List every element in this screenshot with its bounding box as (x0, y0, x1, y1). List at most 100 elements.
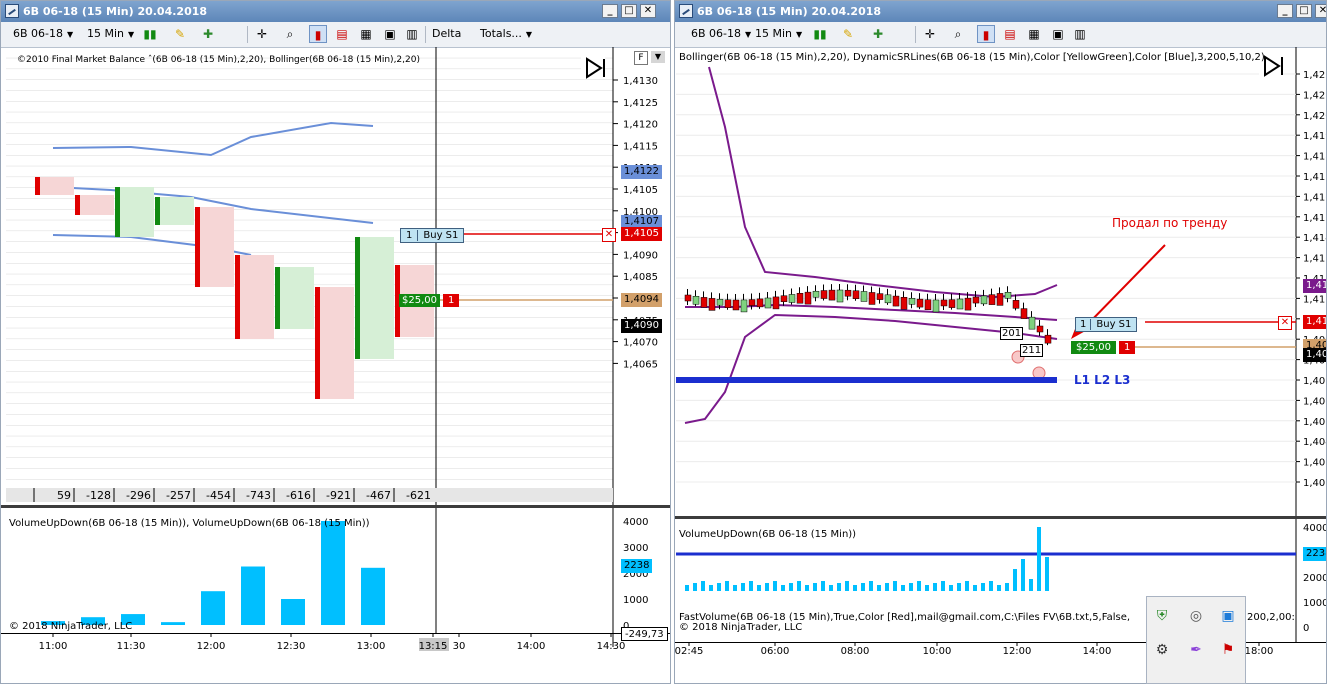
zoom-icon[interactable]: ⌕ (949, 25, 967, 43)
maximize-button[interactable]: □ (1296, 4, 1312, 18)
volume-bar (853, 585, 857, 591)
snapshot-icon[interactable]: ▣ (1049, 25, 1067, 43)
volume-bar (933, 583, 937, 591)
footprint-body (195, 207, 200, 287)
upper-band-flag: 1,4122 (621, 165, 662, 179)
position-flag[interactable]: $25,00 1 (1071, 341, 1136, 354)
left-extra-flag: -249,73 (621, 627, 668, 641)
order-label: Buy S1 (1096, 319, 1132, 330)
price-tick-label: 1,413 (1303, 254, 1326, 265)
time-tick-label: 14:00 (1083, 646, 1112, 657)
crosshair-icon[interactable]: ✛ (253, 25, 271, 43)
candle-body (844, 289, 852, 297)
volume-bar (701, 581, 705, 591)
chart-trader-icon[interactable]: ▮ (977, 25, 995, 43)
candle-body (756, 298, 764, 308)
flag-error-icon[interactable]: ⚑ (1219, 641, 1237, 659)
pencil-draw-icon[interactable]: ✎ (839, 25, 857, 43)
bollinger-line (708, 66, 1058, 299)
right-copyright: © 2018 NinjaTrader, LLC (679, 622, 803, 633)
close-button[interactable]: ✕ (640, 4, 656, 18)
right-title-bar[interactable]: 6B 06-18 (15 Min) 20.04.2018 _ □ ✕ (675, 1, 1326, 22)
cancel-order-icon[interactable]: ✕ (1278, 316, 1292, 330)
instrument-selector[interactable]: 6B 06-18 ▼ (691, 27, 751, 40)
chart-trader-icon[interactable]: ▮ (309, 25, 327, 43)
volume-tick-label: 3000 (623, 543, 648, 554)
volume-tick-label: 4000 (1303, 523, 1326, 534)
time-tick-label: 08:00 (841, 646, 870, 657)
delta-menu[interactable]: Delta (432, 27, 461, 40)
footprint-body (315, 287, 320, 399)
cancel-order-icon[interactable]: ✕ (602, 228, 616, 242)
candle-body (964, 297, 972, 311)
position-flag[interactable]: $25,00 1 (399, 294, 460, 307)
properties-icon[interactable]: ▤ (333, 25, 351, 43)
order-flag[interactable]: 1 Buy S1 (1075, 317, 1138, 332)
volume-bar (965, 581, 969, 591)
price-tick-label: 1,4085 (623, 272, 658, 283)
header-f-button[interactable]: F (634, 51, 648, 65)
price-tick-label: 1,407 (1303, 376, 1326, 387)
bollinger-bands (684, 66, 1058, 424)
minimize-button[interactable]: _ (1277, 4, 1293, 18)
data-box-icon[interactable]: ▦ (1025, 25, 1043, 43)
volume-bar (837, 583, 841, 591)
network-icon[interactable]: ▣ (1219, 607, 1237, 625)
crosshair-icon[interactable]: ✛ (921, 25, 939, 43)
candle-body (700, 297, 708, 308)
volume-bar (925, 585, 929, 591)
instrument-selector[interactable]: 6B 06-18 ▼ (13, 27, 73, 40)
indicator-icon[interactable]: ✚ (869, 25, 887, 43)
candle-body (940, 299, 948, 307)
snapshot-icon[interactable]: ▣ (381, 25, 399, 43)
zoom-icon[interactable]: ⌕ (281, 25, 299, 43)
left-toolbar: 6B 06-18 ▼ 15 Min ▼ ▮▮ ✎ ✚ ✛ ⌕ ▮ ▤ ▦ ▣ ▥ D… (1, 22, 670, 48)
price-tick-label: 1,4120 (623, 120, 658, 131)
volume-bar (161, 622, 185, 625)
price-tick-label: 1,419 (1303, 131, 1326, 142)
price-tick-label: 1,414 (1303, 233, 1326, 244)
maximize-button[interactable]: □ (621, 4, 637, 18)
settings-gear-icon[interactable]: ⚙ (1153, 641, 1171, 659)
volume-bar (813, 583, 817, 591)
volume-bar (917, 581, 921, 591)
pencil-draw-icon[interactable]: ✎ (171, 25, 189, 43)
left-price-chart[interactable]: 1,41301,41251,41201,41151,41101,41051,41… (1, 47, 670, 684)
totals-menu[interactable]: Totals... ▼ (480, 27, 532, 40)
volume-bar (949, 585, 953, 591)
volume-bar (717, 583, 721, 591)
left-title-bar[interactable]: 6B 06-18 (15 Min) 20.04.2018 _ □ ✕ (1, 1, 670, 22)
fast-volume-label-tail: 200,2,00: (1247, 612, 1295, 623)
volume-bar (709, 585, 713, 591)
bar-type-icon[interactable]: ▮▮ (141, 25, 159, 43)
footprint-body (275, 267, 280, 329)
indicator-icon[interactable]: ✚ (199, 25, 217, 43)
volume-bar (1029, 579, 1033, 591)
bar-type-icon[interactable]: ▮▮ (811, 25, 829, 43)
price-tick-label: 1,411 (1303, 294, 1326, 305)
time-tick-label: 12:30 (277, 641, 306, 652)
sync-icon[interactable]: ◎ (1187, 607, 1205, 625)
bollinger-mid-flag: 1,412 (1303, 279, 1326, 293)
security-shield-icon[interactable]: ⛨ (1153, 607, 1171, 625)
interval-selector[interactable]: 15 Min ▼ (87, 27, 134, 40)
candle-body (820, 290, 828, 299)
feather-icon[interactable]: ✒ (1187, 641, 1205, 659)
properties-icon[interactable]: ▤ (1001, 25, 1019, 43)
volume-bar (321, 521, 345, 625)
templates-icon[interactable]: ▥ (403, 25, 421, 43)
data-box-icon[interactable]: ▦ (357, 25, 375, 43)
position-price-flag: 1,4094 (621, 293, 662, 307)
price-tick-label: 1,418 (1303, 152, 1326, 163)
footprint-cell (120, 187, 154, 237)
right-price-chart[interactable]: 1,422 1,421 1,420 1,419 1,418 1,417 1,416 1,415… (675, 47, 1326, 684)
header-dropdown-icon[interactable]: ▼ (651, 51, 665, 63)
candle-body (996, 293, 1004, 306)
candle-body (892, 295, 900, 307)
order-flag[interactable]: 1 Buy S1 (400, 228, 465, 243)
minimize-button[interactable]: _ (602, 4, 618, 18)
templates-icon[interactable]: ▥ (1071, 25, 1089, 43)
interval-selector[interactable]: 15 Min ▼ (755, 27, 802, 40)
candle-body (980, 295, 988, 305)
close-button[interactable]: ✕ (1315, 4, 1326, 18)
